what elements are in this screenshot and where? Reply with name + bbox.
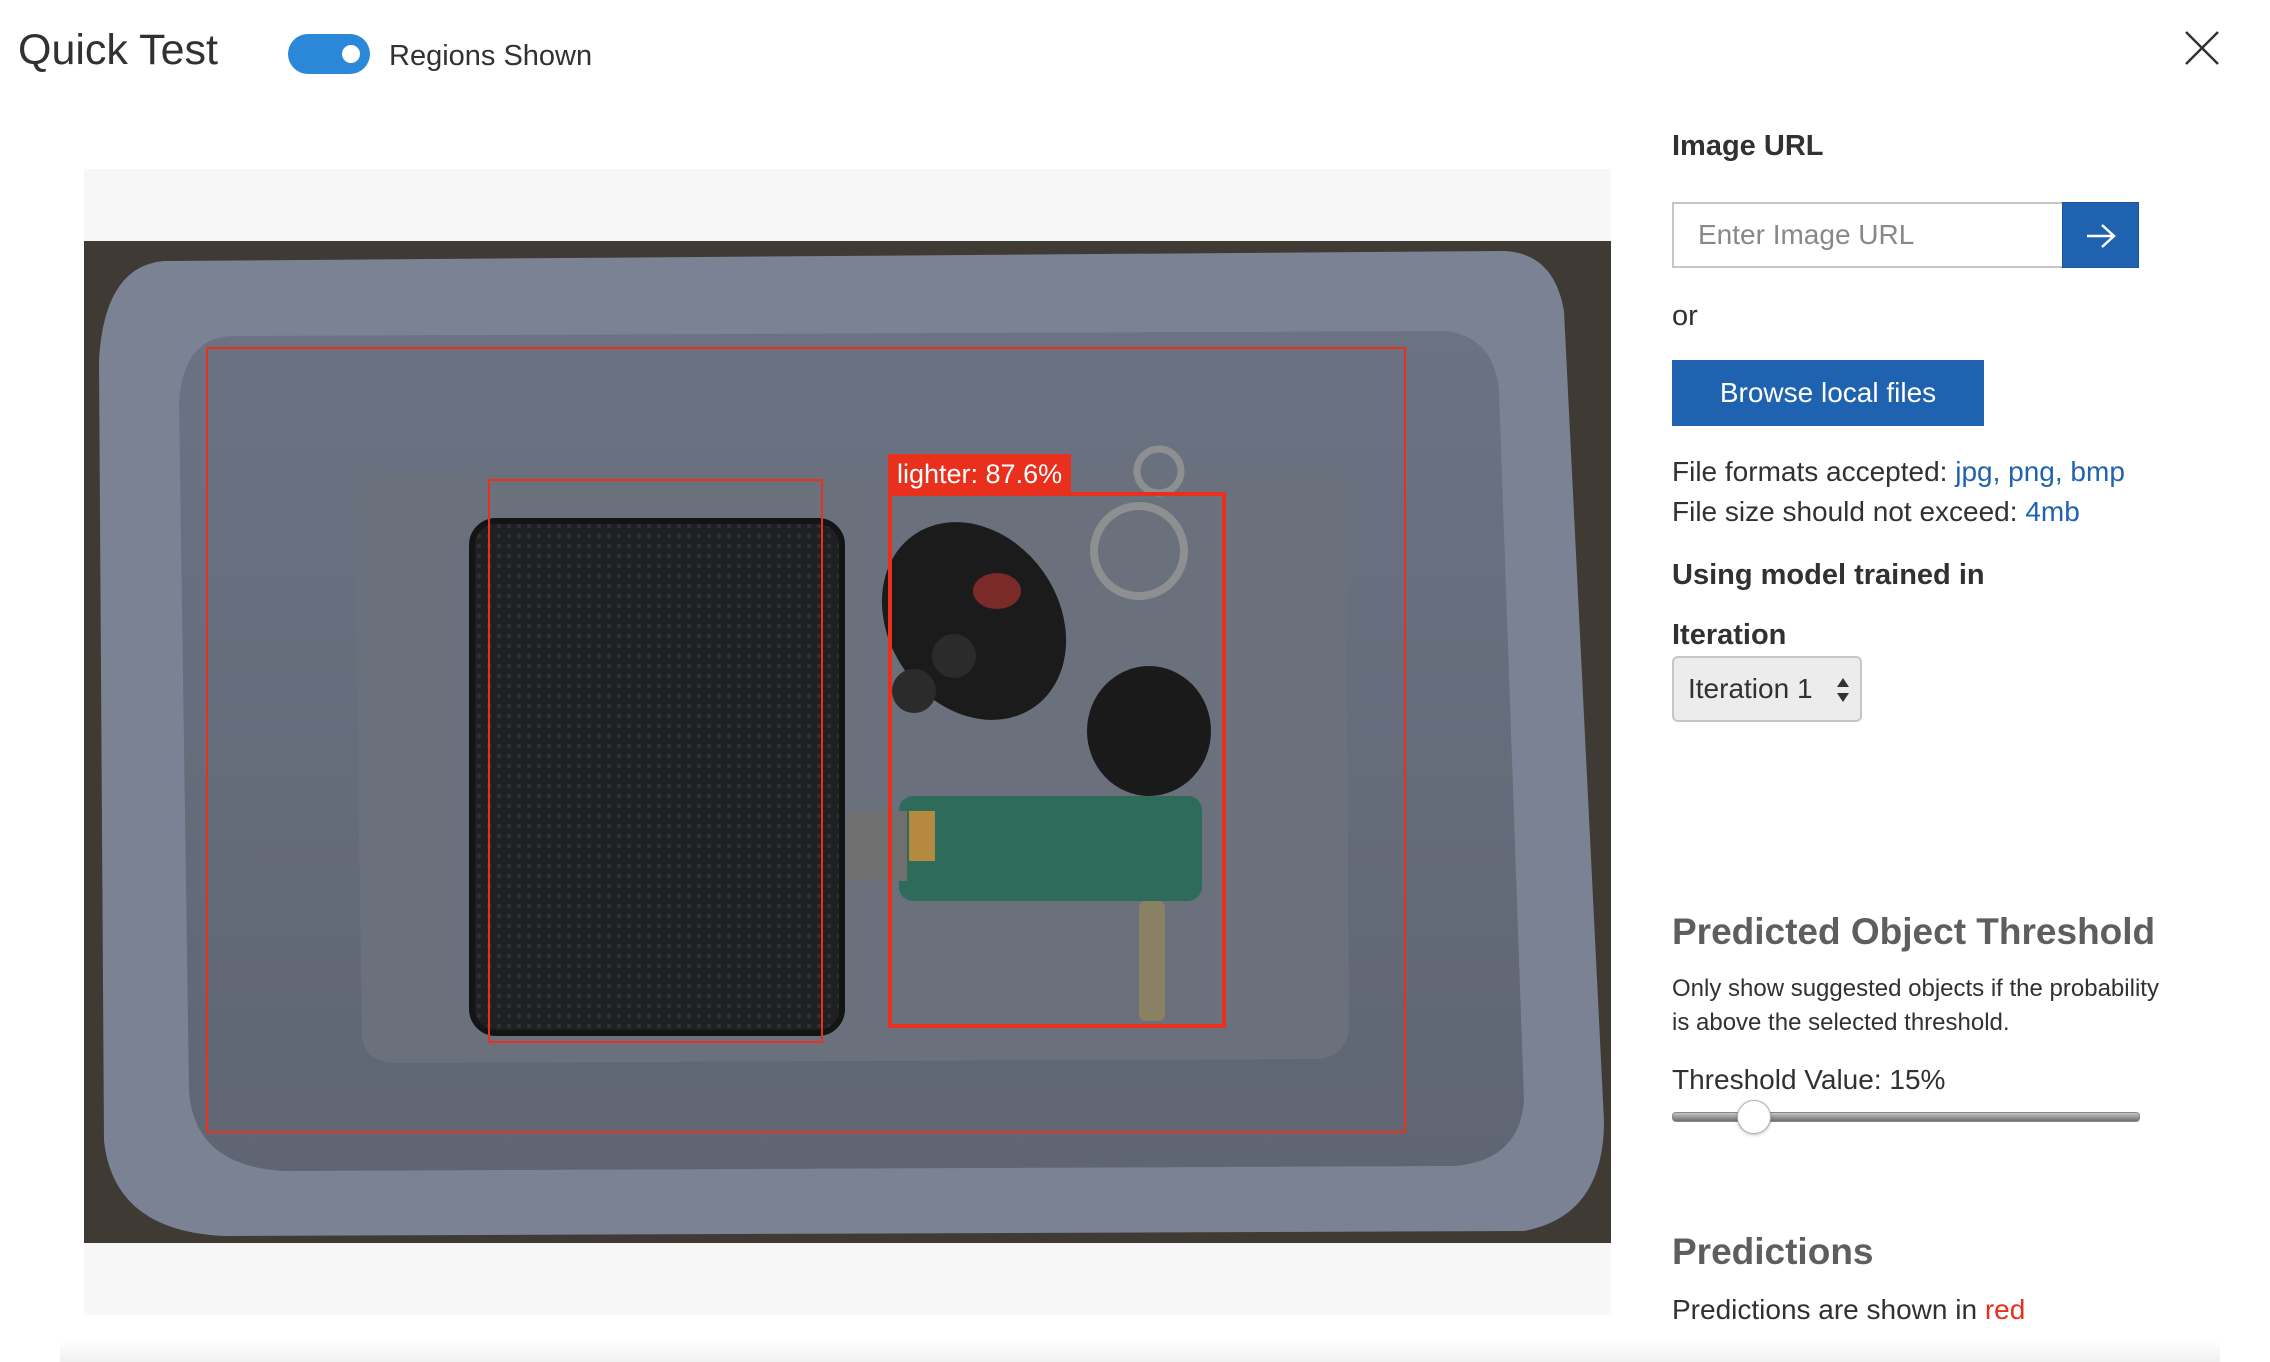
iteration-select[interactable]: Iteration 1 xyxy=(1672,656,1862,722)
bottom-edge xyxy=(60,1340,2220,1362)
close-button[interactable] xyxy=(2176,22,2228,74)
predictions-text: Predictions are shown in xyxy=(1672,1294,1978,1325)
file-formats-label: File formats accepted: xyxy=(1672,456,1948,487)
threshold-description: Only show suggested objects if the proba… xyxy=(1672,975,2159,1036)
file-formats-line: File formats accepted: jpg, png, bmp xyxy=(1672,454,2125,490)
quick-test-dialog: Quick Test Regions Shown lighter: 87.6% … xyxy=(0,0,2270,1362)
toggle-knob xyxy=(342,45,360,63)
updown-arrows-icon xyxy=(1837,678,1849,702)
image-url-heading: Image URL xyxy=(1672,130,1824,162)
file-size-line: File size should not exceed: 4mb xyxy=(1672,494,2080,530)
file-size-label: File size should not exceed: xyxy=(1672,496,2018,527)
predictions-line: Predictions are shown in red xyxy=(1672,1292,2025,1328)
arrow-right-icon xyxy=(2086,224,2116,248)
threshold-slider-thumb[interactable] xyxy=(1737,1100,1772,1134)
regions-toggle[interactable] xyxy=(288,34,370,74)
browse-local-files-button[interactable]: Browse local files xyxy=(1672,360,1984,426)
page-title: Quick Test xyxy=(18,26,218,74)
file-formats-value: jpg, png, bmp xyxy=(1955,456,2125,487)
region-lighter[interactable] xyxy=(888,492,1226,1028)
iteration-selected-value: Iteration 1 xyxy=(1688,673,1813,704)
image-url-input[interactable] xyxy=(1672,202,2062,268)
predictions-title: Predictions xyxy=(1672,1231,1874,1272)
region-wallet[interactable] xyxy=(488,479,823,1043)
region-lighter-label: lighter: 87.6% xyxy=(888,454,1072,494)
or-text: or xyxy=(1672,300,1698,332)
regions-toggle-label: Regions Shown xyxy=(389,40,593,72)
close-icon xyxy=(2185,31,2219,65)
predictions-color-word: red xyxy=(1984,1294,2026,1325)
threshold-value-label: Threshold Value: 15% xyxy=(1672,1064,1946,1095)
model-heading: Using model trained in xyxy=(1672,559,1985,591)
threshold-title: Predicted Object Threshold xyxy=(1672,911,2156,952)
iteration-heading: Iteration xyxy=(1672,619,1787,651)
threshold-slider[interactable] xyxy=(1672,1100,2140,1134)
file-size-value: 4mb xyxy=(2025,496,2080,527)
submit-url-button[interactable] xyxy=(2062,202,2139,268)
